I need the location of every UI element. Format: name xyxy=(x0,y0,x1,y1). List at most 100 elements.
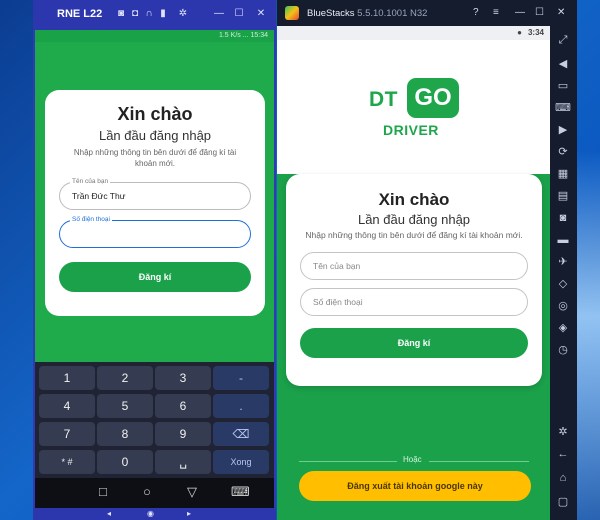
back-icon[interactable]: ▽ xyxy=(187,484,197,500)
key-2[interactable]: 2 xyxy=(97,366,153,390)
maximize-icon[interactable]: ☐ xyxy=(233,8,245,20)
screen-icon[interactable]: ▭ xyxy=(555,78,571,94)
divider-right xyxy=(429,461,529,462)
home-icon[interactable]: ○ xyxy=(143,484,151,499)
clock-icon[interactable]: ◷ xyxy=(555,342,571,358)
name-field-label: Tên của bạn xyxy=(70,178,111,185)
headphones-icon[interactable]: ∩ xyxy=(143,8,155,20)
ellipsis-icon[interactable]: ◂ xyxy=(107,509,111,518)
close-icon[interactable]: ✕ xyxy=(255,8,267,20)
gear-icon[interactable]: ✲ xyxy=(177,8,189,20)
home-icon[interactable]: ◉ xyxy=(147,509,154,518)
key-7[interactable]: 7 xyxy=(39,422,95,446)
eraser-icon[interactable]: ◇ xyxy=(555,276,571,292)
register-card: Xin chào Lần đầu đăng nhập Nhập những th… xyxy=(286,174,542,386)
space-key[interactable]: ␣ xyxy=(155,450,211,474)
menu-icon[interactable]: ≡ xyxy=(493,7,499,18)
google-signout-button[interactable]: Đăng xuất tài khoản google này xyxy=(299,471,531,501)
logo-go-badge: GO xyxy=(407,78,459,118)
key-9[interactable]: 9 xyxy=(155,422,211,446)
register-card: Xin chào Lần đầu đăng nhập Nhập những th… xyxy=(45,90,265,316)
minimize-icon[interactable]: — xyxy=(515,7,525,18)
name-field[interactable]: Tên của bạn Trần Đức Thư xyxy=(59,178,251,210)
airplane-icon[interactable]: ✈ xyxy=(555,254,571,270)
recent-apps-icon[interactable]: ▢ xyxy=(555,494,571,510)
done-key[interactable]: Xong xyxy=(213,450,269,474)
help-icon[interactable]: ? xyxy=(473,7,479,18)
app-name: BlueStacks xyxy=(307,8,355,19)
status-time: 3:34 xyxy=(527,28,544,37)
numeric-keyboard: 1 2 3 - 4 5 6 . 7 8 9 ⌫ * # 0 ␣ Xong xyxy=(35,362,274,478)
layers-icon[interactable]: ◈ xyxy=(555,320,571,336)
phone-mirror-bottom-bar: ◂ ◉ ▸ xyxy=(33,508,276,520)
keyboard-icon[interactable]: ⌨ xyxy=(555,100,571,116)
expand-icon[interactable]: ⤢ xyxy=(555,32,571,48)
battery-icon[interactable]: ▮ xyxy=(157,8,169,20)
gear-icon[interactable]: ✲ xyxy=(555,424,571,440)
name-field-value: Trần Đức Thư xyxy=(72,191,126,201)
location-icon: ● xyxy=(517,28,522,37)
phone-screen: 1.5 K/s ... 15:34 Xin chào Lần đầu đăng … xyxy=(35,30,274,508)
minimize-icon[interactable]: — xyxy=(213,8,225,20)
phone-field-placeholder: Số điện thoại xyxy=(313,297,363,307)
bluestacks-sidebar: ⤢ ◀ ▭ ⌨ ▶ ⟳ ▦ ▤ ◙ ▬ ✈ ◇ ◎ ◈ ◷ ✲ ← ⌂ ▢ xyxy=(550,26,577,520)
key-6[interactable]: 6 xyxy=(155,394,211,418)
key-minus[interactable]: - xyxy=(213,366,269,390)
key-4[interactable]: 4 xyxy=(39,394,95,418)
keyboard-icon[interactable]: ⌨ xyxy=(231,484,250,500)
status-right: 1.5 K/s ... 15:34 xyxy=(218,32,268,39)
close-icon[interactable]: ✕ xyxy=(557,7,565,18)
key-0[interactable]: 0 xyxy=(97,450,153,474)
register-button[interactable]: Đăng kí xyxy=(59,262,251,292)
greeting-heading: Xin chào xyxy=(378,190,450,209)
backspace-key[interactable]: ⌫ xyxy=(213,422,269,446)
location-icon[interactable]: ◎ xyxy=(555,298,571,314)
phone-mirror-titlebar: RNE L22 ◙ ◘ ∩ ▮ ✲ — ☐ ✕ xyxy=(33,0,276,30)
app-version: 5.5.10.1001 N32 xyxy=(357,8,428,19)
maximize-icon[interactable]: ☐ xyxy=(535,7,544,18)
or-label: Hoặc xyxy=(403,455,422,464)
camera-icon[interactable]: ◙ xyxy=(115,8,127,20)
android-status-bar: ● 3:34 xyxy=(277,26,550,40)
register-description: Nhập những thông tin bên dưới để đăng kí… xyxy=(73,148,237,168)
android-nav-bar: □ ○ ▽ ⌨ xyxy=(35,478,274,508)
refresh-icon[interactable]: ⟳ xyxy=(555,144,571,160)
folder-icon[interactable]: ▬ xyxy=(555,232,571,248)
key-8[interactable]: 8 xyxy=(97,422,153,446)
apk-icon[interactable]: ▤ xyxy=(555,188,571,204)
emulator-screen: ● 3:34 DT GO DRIVER Xin chào Lần đầu đăn… xyxy=(277,26,550,520)
bluestacks-titlebar: BlueStacks 5.5.10.1001 N32 ? ≡ — ☐ ✕ xyxy=(277,0,577,26)
window-title: RNE L22 xyxy=(57,8,103,20)
logo-driver-text: DRIVER xyxy=(383,122,439,138)
first-login-subheading: Lần đầu đăng nhập xyxy=(357,212,471,227)
bluestacks-logo-icon xyxy=(285,6,299,20)
name-field-placeholder: Tên của bạn xyxy=(313,261,361,271)
gamepad-icon[interactable]: ▦ xyxy=(555,166,571,182)
first-login-subheading: Lần đầu đăng nhập xyxy=(98,128,212,143)
key-3[interactable]: 3 xyxy=(155,366,211,390)
divider-left xyxy=(299,461,397,462)
phone-field[interactable]: Số điện thoại xyxy=(59,216,251,248)
play-icon[interactable]: ▶ xyxy=(555,122,571,138)
camera-icon[interactable]: ◙ xyxy=(555,210,571,226)
phone-field-label: Số điện thoại xyxy=(70,216,112,223)
camera-icon[interactable]: ◘ xyxy=(129,8,141,20)
phone-field[interactable]: Số điện thoại xyxy=(300,288,528,316)
volume-icon[interactable]: ◀ xyxy=(555,56,571,72)
logo-dt-text: DT xyxy=(369,88,398,111)
back-arrow-icon[interactable]: ← xyxy=(555,446,571,462)
phone-mirror-window: RNE L22 ◙ ◘ ∩ ▮ ✲ — ☐ ✕ 1.5 K/s ... 15:3… xyxy=(33,0,276,520)
register-button[interactable]: Đăng kí xyxy=(300,328,528,358)
home-icon[interactable]: ⌂ xyxy=(555,470,571,486)
name-field[interactable]: Tên của bạn xyxy=(300,252,528,280)
key-1[interactable]: 1 xyxy=(39,366,95,390)
greeting-heading: Xin chào xyxy=(117,104,193,124)
menu-icon[interactable]: ▸ xyxy=(187,509,191,518)
phone-status-bar: 1.5 K/s ... 15:34 xyxy=(35,30,274,42)
bluestacks-title: BlueStacks 5.5.10.1001 N32 xyxy=(307,8,427,19)
register-description: Nhập những thông tin bên dưới để đăng kí… xyxy=(305,230,523,240)
key-star-hash[interactable]: * # xyxy=(39,450,95,474)
key-dot[interactable]: . xyxy=(213,394,269,418)
key-5[interactable]: 5 xyxy=(97,394,153,418)
recent-apps-icon[interactable]: □ xyxy=(99,484,107,499)
